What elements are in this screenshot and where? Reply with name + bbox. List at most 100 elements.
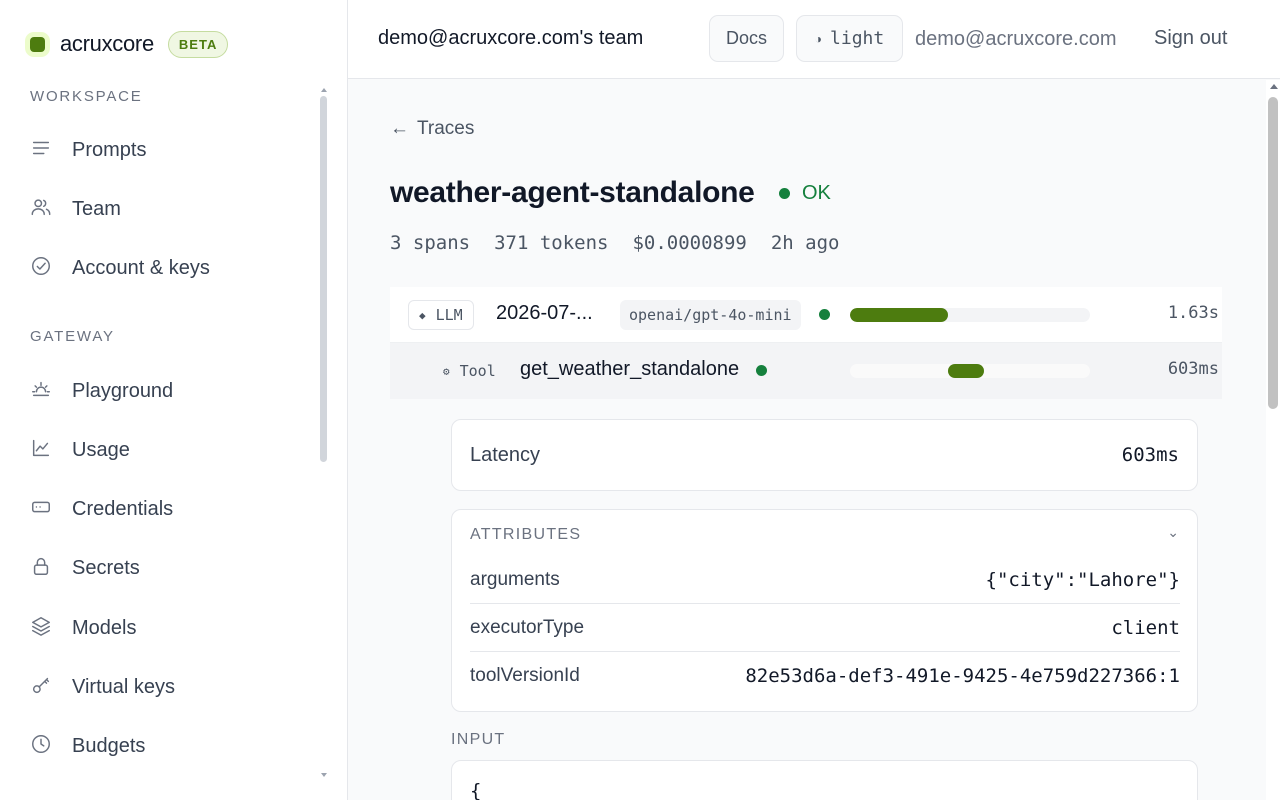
latency-card: Latency 603ms [451,419,1198,491]
sidebar-item-label: Models [72,616,137,639]
sidebar-item-label: Usage [72,438,130,461]
users-icon [30,196,52,223]
sidebar-item-budgets[interactable]: Budgets [30,724,320,768]
sidebar-item-label: Prompts [72,138,147,161]
span-name: 2026-07-... [496,302,593,324]
sidebar-item-models[interactable]: Models [30,606,320,650]
main-content: ← Traces weather-agent-standalone OK 3 s… [348,80,1280,800]
sidebar-item-label: Playground [72,379,174,402]
span-timeline-bar [850,308,949,322]
sidebar-scroll-up-icon[interactable] [321,88,327,92]
attribute-key: executorType [470,616,585,638]
brand[interactable]: acruxcore BETA [30,29,229,59]
sidebar-item-label: Secrets [72,556,140,579]
main-scroll-up-icon[interactable] [1270,84,1278,89]
brand-name: acruxcore [60,31,154,56]
attributes-card: ATTRIBUTES ⌄ arguments {"city":"Lahore"}… [451,509,1198,712]
status-badge: OK [779,182,831,205]
top-header: demo@acruxcore.com's team Docs ◑ light d… [348,0,1280,79]
sidebar-item-label: Credentials [72,497,174,520]
sidebar-item-label: Virtual keys [72,675,176,698]
span-kind-label: Tool [459,362,496,380]
span-kind-badge: ◆ LLM [408,300,474,330]
clock-icon [30,733,52,760]
attribute-key: arguments [470,568,560,590]
attribute-value: client [1111,616,1180,639]
attribute-value: {"city":"Lahore"} [985,568,1180,591]
span-duration: 1.63s [1167,303,1219,323]
gear-icon: ⚙ [443,364,450,378]
span-timeline-bar [948,364,985,378]
sun-icon [30,378,52,405]
half-moon-icon: ◑ [814,31,823,46]
span-status-dot [819,309,830,320]
trace-meta: 3 spans 371 tokens $0.0000899 2h ago [390,232,864,254]
span-kind-label: LLM [435,306,463,324]
trace-cost: $0.0000899 [632,232,747,254]
attribute-value: 82e53d6a-def3-491e-9425-4e759d227366:1 [745,665,1180,687]
span-row-selected[interactable]: ⚙ Tool get_weather_standalone 603ms [390,343,1222,399]
beta-badge: BETA [167,30,229,58]
section-label-workspace: WORKSPACE [30,88,143,105]
theme-toggle-button[interactable]: ◑ light [796,15,903,62]
status-dot-icon [779,188,790,199]
sidebar-scrollbar[interactable] [320,96,327,462]
span-timeline-track [850,364,1090,378]
input-section-label: INPUT [451,731,506,748]
sidebar-item-playground[interactable]: Playground [30,369,320,413]
sidebar-item-label: Team [72,197,121,220]
team-name[interactable]: demo@acruxcore.com's team [378,27,643,50]
page-title: weather-agent-standalone [390,176,755,209]
back-to-traces-link[interactable]: ← Traces [390,118,474,140]
span-kind-badge: ⚙ Tool [432,356,507,386]
sidebar-item-credentials[interactable]: Credentials [30,487,320,531]
attributes-header[interactable]: ATTRIBUTES [470,526,581,544]
sidebar-item-account-keys[interactable]: Account & keys [30,246,320,290]
check-circle-icon [30,255,52,282]
input-card: { [451,760,1198,800]
lines-icon [30,137,52,164]
diamond-icon: ◆ [419,308,426,322]
span-row[interactable]: ◆ LLM 2026-07-... openai/gpt-4o-mini 1.6… [390,287,1222,343]
token-count: 371 tokens [494,232,609,254]
sign-out-button[interactable]: Sign out [1154,27,1227,50]
span-name: get_weather_standalone [520,358,740,380]
key-icon [30,674,52,701]
sidebar-item-secrets[interactable]: Secrets [30,546,320,590]
layers-icon [30,615,52,642]
input-json: { [470,780,482,800]
span-count: 3 spans [390,232,471,254]
latency-value: 603ms [1121,444,1179,466]
chart-line-icon [30,437,52,464]
sidebar-item-virtual-keys[interactable]: Virtual keys [30,665,320,709]
card-icon [30,496,52,523]
span-status-dot [756,365,767,376]
sidebar-item-prompts[interactable]: Prompts [30,128,320,172]
sidebar-scroll-down-icon[interactable] [321,773,327,777]
theme-label: light [830,28,885,49]
sidebar-item-team[interactable]: Team [30,187,320,231]
latency-label: Latency [470,444,541,466]
main-scrollbar-thumb[interactable] [1268,97,1278,409]
attribute-row: arguments {"city":"Lahore"} [470,556,1180,604]
span-timeline-track [850,308,1090,322]
user-email: demo@acruxcore.com [915,28,1117,50]
model-pill: openai/gpt-4o-mini [620,300,801,330]
sidebar-item-label: Account & keys [72,256,210,279]
trace-age: 2h ago [770,232,840,254]
sidebar-item-usage[interactable]: Usage [30,428,320,472]
lock-icon [30,555,52,582]
docs-button[interactable]: Docs [709,15,784,62]
sidebar: acruxcore BETA WORKSPACE Prompts Team Ac… [0,0,348,800]
status-label: OK [802,182,831,204]
section-label-gateway: GATEWAY [30,328,115,345]
span-duration: 603ms [1167,359,1219,379]
attribute-row: toolVersionId 82e53d6a-def3-491e-9425-4e… [470,652,1180,700]
attribute-key: toolVersionId [470,665,580,686]
brand-logo-icon [30,36,45,52]
sidebar-item-label: Budgets [72,734,146,757]
attribute-row: executorType client [470,604,1180,652]
back-label: Traces [417,118,475,139]
arrow-left-icon: ← [390,118,409,139]
chevron-down-icon[interactable]: ⌄ [1167,524,1179,541]
